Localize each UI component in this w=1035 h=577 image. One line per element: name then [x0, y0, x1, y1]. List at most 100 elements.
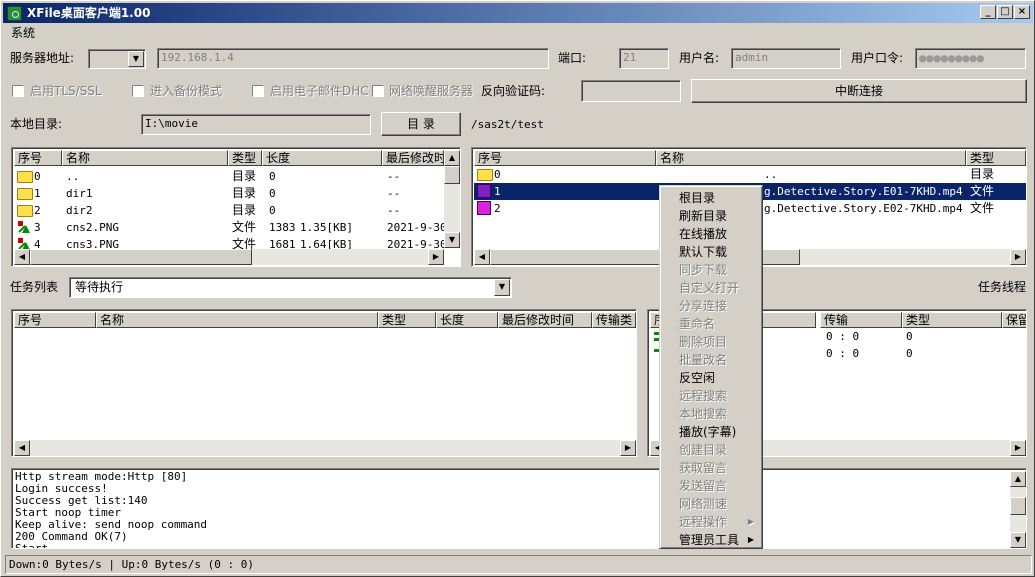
scroll-right-icon[interactable]: ▶	[1010, 249, 1026, 265]
remote-file-row[interactable]: 0.. 目录	[474, 166, 1026, 183]
col-header-type[interactable]: 类型	[966, 150, 1026, 166]
scroll-right-icon[interactable]: ▶	[428, 249, 444, 265]
scroll-down-icon[interactable]: ▼	[1010, 532, 1026, 548]
context-menu-item-label: 刷新目录	[679, 209, 728, 223]
context-menu-item-label: 远程操作	[679, 515, 728, 529]
col-header-reserved[interactable]: 保留	[1002, 312, 1026, 328]
thread-type: 0	[906, 330, 913, 343]
context-menu-item[interactable]: 反空闲	[679, 369, 762, 387]
menu-system[interactable]: 系统	[11, 26, 35, 40]
row-type: 目录	[970, 167, 995, 181]
email-label: 启用电子邮件DHC	[270, 84, 369, 98]
scroll-down-icon[interactable]: ▼	[444, 232, 460, 248]
row-index: 3	[34, 221, 41, 234]
local-dir-label: 本地目录:	[10, 117, 63, 131]
context-menu-item-label: 发送留言	[679, 479, 728, 493]
row-name: ..	[764, 168, 778, 181]
context-menu: 根目录 刷新目录 在线播放 默认下载 同步下载 自定义打开 分享连接 重命名 删除项目 批量改名反…	[659, 185, 763, 549]
row-name: g.Detective.Story.E01-7KHD.mp4	[764, 185, 963, 198]
title-bar: XFile桌面客户端1.00 _ □ ×	[3, 3, 1033, 23]
local-file-row[interactable]: 0.. 目录 0 --	[14, 168, 444, 185]
thread-transfer: 0 : 0	[826, 330, 860, 343]
close-button[interactable]: ×	[1014, 5, 1030, 19]
scroll-right-icon[interactable]: ▶	[620, 440, 636, 456]
col-header-transfer[interactable]: 传输	[820, 312, 902, 328]
server-history-dropdown[interactable]: ▼	[88, 49, 146, 69]
password-input[interactable]: ●●●●●●●●●	[915, 48, 1026, 69]
verify-code-input[interactable]	[581, 80, 681, 102]
tls-checkbox[interactable]	[12, 85, 24, 97]
browse-dir-button[interactable]: 目 录	[381, 112, 461, 136]
col-header-index[interactable]: 序号	[14, 312, 96, 328]
context-menu-item[interactable]: 默认下载	[679, 243, 762, 261]
scroll-thumb[interactable]	[1010, 497, 1026, 515]
col-header-modified[interactable]: 最后修改时间	[498, 312, 592, 328]
local-hscrollbar[interactable]: ◀ ▶	[14, 249, 444, 265]
scroll-right-icon[interactable]: ▶	[1010, 440, 1026, 456]
local-file-row[interactable]: 3 cns2.PNG 文件 1383 1.35[KB] 2021-9-30	[14, 219, 445, 236]
row-index: 2	[494, 202, 501, 215]
context-menu-item[interactable]: 管理员工具 ▶	[679, 531, 762, 549]
scroll-left-icon[interactable]: ◀	[14, 249, 30, 265]
col-header-length[interactable]: 长度	[262, 150, 382, 166]
context-menu-item-label: 默认下载	[679, 245, 728, 259]
window-title: XFile桌面客户端1.00	[27, 6, 151, 20]
username-input[interactable]: admin	[731, 48, 841, 69]
scroll-left-icon[interactable]: ◀	[474, 249, 490, 265]
context-menu-item-label: 反空闲	[679, 371, 716, 385]
task-hscrollbar[interactable]: ◀ ▶	[14, 440, 636, 456]
server-address-input[interactable]: 192.168.1.4	[157, 48, 549, 69]
scroll-up-icon[interactable]: ▲	[1010, 471, 1026, 487]
row-type: 文件	[970, 201, 995, 215]
scroll-thumb[interactable]	[444, 166, 460, 184]
scroll-up-icon[interactable]: ▲	[444, 150, 460, 166]
col-header-transfer-type[interactable]: 传输类	[592, 312, 636, 328]
col-header-name[interactable]: 名称	[62, 150, 228, 166]
local-vscrollbar[interactable]: ▲ ▼	[444, 150, 460, 248]
row-length: 0	[269, 187, 276, 200]
context-menu-item-label: 网络测速	[679, 497, 728, 511]
col-header-name[interactable]: 名称	[656, 150, 966, 166]
col-header-index[interactable]: 序号	[14, 150, 62, 166]
row-name: dir2	[66, 204, 93, 217]
port-label: 端口:	[558, 51, 587, 65]
col-header-type[interactable]: 类型	[228, 150, 262, 166]
col-header-length[interactable]: 长度	[436, 312, 498, 328]
col-header-name[interactable]: 名称	[96, 312, 378, 328]
context-menu-item-label: 创建目录	[679, 443, 728, 457]
context-menu-item-label: 管理员工具	[679, 533, 740, 547]
log-vscrollbar[interactable]: ▲ ▼	[1010, 471, 1026, 548]
context-menu-item[interactable]: 刷新目录	[679, 207, 762, 225]
chevron-down-icon[interactable]: ▼	[128, 51, 144, 67]
verify-code-label: 反向验证码:	[481, 84, 546, 98]
disconnect-button[interactable]: 中断连接	[691, 79, 1027, 103]
context-menu-item[interactable]: 在线播放	[679, 225, 762, 243]
task-filter-value: 等待执行	[75, 280, 124, 294]
log-panel[interactable]: Http stream mode:Http [80] Login success!…	[11, 468, 1027, 549]
scroll-left-icon[interactable]: ◀	[14, 440, 30, 456]
context-menu-item[interactable]: 根目录	[679, 189, 762, 207]
col-header-index[interactable]: 序号	[474, 150, 656, 166]
row-size: 1.35[KB]	[300, 221, 353, 234]
local-file-row[interactable]: 1 dir1 目录 0 --	[14, 185, 444, 202]
context-menu-item-label: 批量改名	[679, 353, 728, 367]
email-checkbox[interactable]	[252, 85, 264, 97]
port-input[interactable]: 21	[619, 48, 669, 69]
chevron-right-icon: ▶	[747, 517, 754, 526]
minimize-button[interactable]: _	[980, 5, 996, 19]
local-dir-input[interactable]: I:\movie	[141, 114, 371, 135]
col-header-modified[interactable]: 最后修改时	[382, 150, 444, 166]
context-menu-item[interactable]: 播放(字幕)	[679, 423, 762, 441]
chevron-down-icon[interactable]: ▼	[494, 279, 510, 296]
scroll-thumb[interactable]	[30, 249, 252, 265]
image-file-icon	[17, 220, 31, 234]
local-file-row[interactable]: 2 dir2 目录 0 --	[14, 202, 444, 219]
task-filter-select[interactable]: 等待执行 ▼	[69, 277, 512, 298]
maximize-button[interactable]: □	[997, 5, 1013, 19]
col-header-type[interactable]: 类型	[902, 312, 1002, 328]
col-header-type[interactable]: 类型	[378, 312, 436, 328]
row-name: cns2.PNG	[66, 221, 119, 234]
backup-checkbox[interactable]	[132, 85, 144, 97]
wakeup-checkbox[interactable]	[372, 85, 384, 97]
row-type: 目录	[232, 203, 257, 217]
